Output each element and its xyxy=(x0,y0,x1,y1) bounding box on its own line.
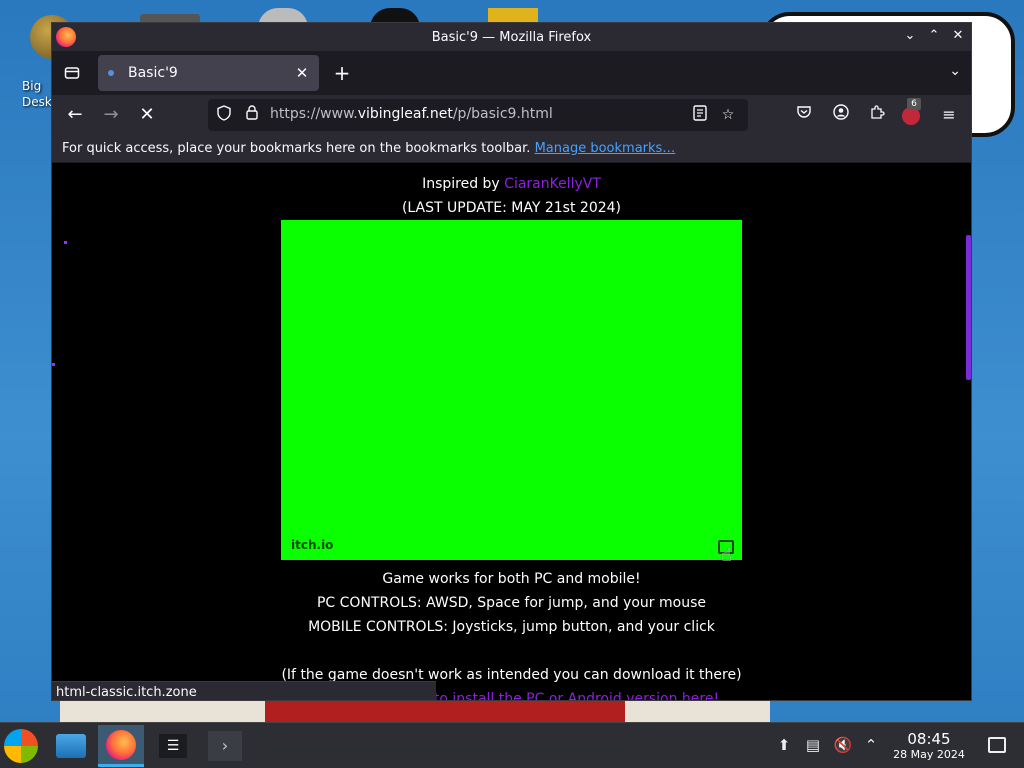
manage-bookmarks-link[interactable]: Manage bookmarks… xyxy=(535,141,676,156)
shield-icon[interactable] xyxy=(214,105,234,125)
page-scrollbar[interactable] xyxy=(966,235,971,380)
tab-title: Basic'9 xyxy=(128,65,178,81)
tab-bar: Basic'9 ✕ + ⌄ xyxy=(52,51,971,95)
back-button[interactable]: ← xyxy=(63,103,87,127)
lock-icon[interactable] xyxy=(242,105,262,125)
inspired-link[interactable]: CiaranKellyVT xyxy=(504,176,601,192)
bookmark-star-icon[interactable]: ☆ xyxy=(718,105,738,125)
firefox-window: Basic'9 — Mozilla Firefox ⌄ ⌃ ✕ Basic'9 … xyxy=(51,22,972,701)
maximize-button[interactable]: ⌃ xyxy=(925,27,943,45)
account-icon[interactable] xyxy=(829,103,853,127)
forward-button[interactable]: → xyxy=(99,103,123,127)
taskbar-file-manager[interactable] xyxy=(48,725,94,767)
taskbar-terminal[interactable]: › xyxy=(202,725,248,767)
inspired-line: Inspired by CiaranKellyVT xyxy=(52,176,971,192)
game-iframe[interactable]: itch.io ☝ xyxy=(281,220,742,566)
firefox-icon xyxy=(106,729,136,760)
bookmarks-toolbar: For quick access, place your bookmarks h… xyxy=(52,135,971,163)
wallpaper-shape xyxy=(265,700,625,722)
taskbar-settings[interactable]: ☰ xyxy=(150,725,196,767)
window-title: Basic'9 — Mozilla Firefox xyxy=(431,29,592,45)
page-content: Inspired by CiaranKellyVT (LAST UPDATE: … xyxy=(52,163,971,700)
hamburger-menu-icon[interactable]: ≡ xyxy=(937,103,961,127)
folder-icon xyxy=(56,734,86,758)
minimize-button[interactable]: ⌄ xyxy=(901,27,919,45)
window-titlebar[interactable]: Basic'9 — Mozilla Firefox ⌄ ⌃ ✕ xyxy=(52,23,971,51)
pocket-icon[interactable] xyxy=(792,103,816,127)
new-tab-button[interactable]: + xyxy=(330,61,354,85)
url-text[interactable]: https://www.vibingleaf.net/p/basic9.html xyxy=(270,106,553,122)
terminal-icon: › xyxy=(208,731,242,761)
firefox-logo-icon xyxy=(56,27,76,47)
clock-date: 28 May 2024 xyxy=(893,748,965,761)
link-status-bar: html-classic.itch.zone xyxy=(52,681,436,700)
volume-muted-icon[interactable]: 🔇 xyxy=(833,735,853,755)
clock[interactable]: 08:45 28 May 2024 xyxy=(886,731,972,762)
close-window-button[interactable]: ✕ xyxy=(949,27,967,45)
extensions-icon[interactable] xyxy=(865,103,889,127)
pc-controls-line: PC CONTROLS: AWSD, Space for jump, and y… xyxy=(316,595,706,611)
reader-view-icon[interactable] xyxy=(690,105,710,125)
stop-button[interactable]: ✕ xyxy=(135,103,159,127)
tray-expand-icon[interactable]: ⌃ xyxy=(861,735,881,755)
itch-logo[interactable]: itch.io xyxy=(291,538,333,552)
mobile-controls-line: MOBILE CONTROLS: Joysticks, jump button,… xyxy=(308,619,715,635)
start-menu-button[interactable] xyxy=(4,729,38,763)
settings-icon: ☰ xyxy=(159,734,187,758)
window-controls: ⌄ ⌃ ✕ xyxy=(901,27,967,45)
navigation-toolbar: ← → ✕ https://www.vibingleaf.net/p/basic… xyxy=(52,95,971,135)
inspired-prefix: Inspired by xyxy=(422,176,505,192)
url-host: vibingleaf.net xyxy=(357,106,453,122)
url-path: /p/basic9.html xyxy=(452,106,553,122)
taskbar-firefox[interactable] xyxy=(98,725,144,767)
tab-list-icon xyxy=(64,67,80,79)
loading-icon xyxy=(108,70,114,76)
bookmarks-hint: For quick access, place your bookmarks h… xyxy=(62,141,531,156)
url-bar[interactable]: https://www.vibingleaf.net/p/basic9.html… xyxy=(208,99,748,131)
clipboard-icon[interactable]: ▤ xyxy=(803,735,823,755)
last-update-text: (LAST UPDATE: MAY 21st 2024) xyxy=(401,200,622,216)
clock-time: 08:45 xyxy=(907,730,951,748)
url-prefix: https://www. xyxy=(270,106,358,122)
decoration-dot xyxy=(64,241,67,244)
taskbar: ☰ › ⬆ ▤ 🔇 ⌃ 08:45 28 May 2024 xyxy=(0,722,1024,768)
update-icon[interactable]: ⬆ xyxy=(774,735,794,755)
show-desktop-icon[interactable] xyxy=(988,737,1006,753)
itch-logo-text: itch.io xyxy=(291,538,334,552)
tab-basic9[interactable]: Basic'9 ✕ xyxy=(98,55,319,91)
extension-badge: 6 xyxy=(907,98,921,110)
works-line: Game works for both PC and mobile! xyxy=(382,571,641,587)
tab-close-button[interactable]: ✕ xyxy=(291,64,313,82)
decoration-dot xyxy=(52,363,55,366)
tab-overflow-button[interactable]: ⌄ xyxy=(949,63,961,79)
hand-cursor-icon: ☝ xyxy=(721,545,732,566)
list-all-tabs-button[interactable] xyxy=(52,51,92,95)
